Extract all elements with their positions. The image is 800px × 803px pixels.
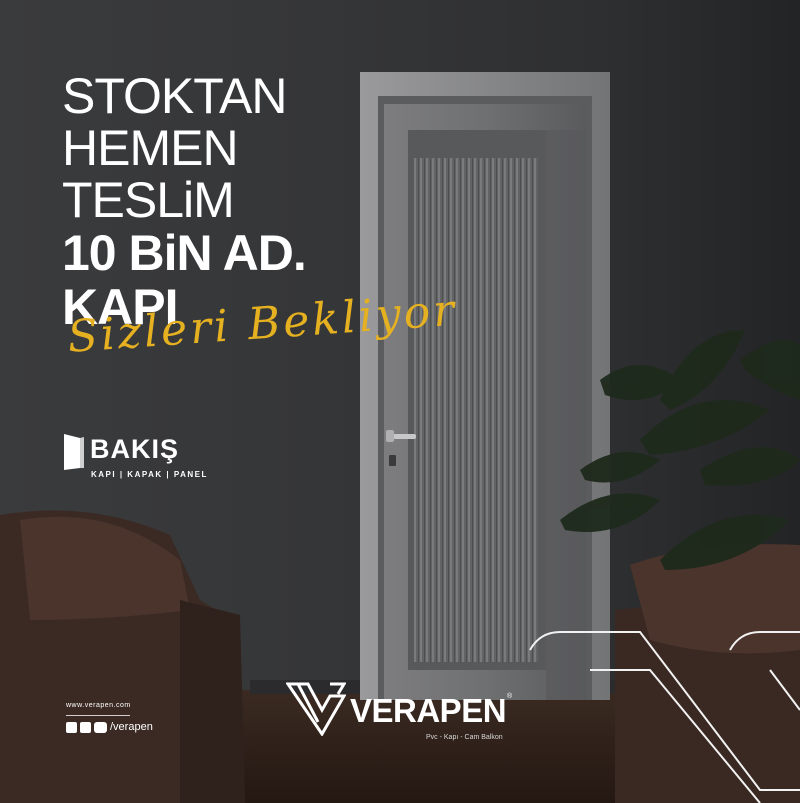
advertisement-page: STOKTAN HEMEN TESLiM 10 BiN AD. KAPI Siz… bbox=[0, 0, 800, 803]
contact-block: www.verapen.com /verapen bbox=[66, 702, 153, 733]
bakis-door-icon bbox=[64, 434, 84, 470]
headline-line-3: TESLiM bbox=[62, 172, 235, 228]
facebook-icon[interactable] bbox=[66, 721, 77, 733]
verapen-tagline: Pvc - Kapı - Cam Balkon bbox=[426, 734, 503, 741]
verapen-brand-name: VERAPEN bbox=[350, 692, 507, 729]
headline-line-1: STOKTAN bbox=[62, 68, 288, 124]
divider bbox=[66, 715, 130, 716]
bakis-brand-name: BAKIŞ bbox=[90, 434, 180, 464]
door bbox=[360, 72, 610, 700]
social-handle[interactable]: /verapen bbox=[110, 721, 153, 733]
website-link[interactable]: www.verapen.com bbox=[66, 702, 153, 709]
left-sofa bbox=[0, 510, 245, 803]
social-links: /verapen bbox=[66, 721, 153, 733]
registered-mark: ® bbox=[507, 693, 513, 700]
bakis-tagline: KAPI | KAPAK | PANEL bbox=[91, 470, 208, 479]
youtube-icon[interactable] bbox=[94, 721, 107, 733]
headline-line-4: 10 BiN AD. bbox=[62, 225, 307, 281]
verapen-v-icon bbox=[286, 682, 346, 736]
instagram-icon[interactable] bbox=[80, 721, 91, 733]
headline: STOKTAN HEMEN TESLiM 10 BiN AD. KAPI bbox=[62, 68, 307, 334]
headline-line-2: HEMEN bbox=[62, 120, 239, 176]
